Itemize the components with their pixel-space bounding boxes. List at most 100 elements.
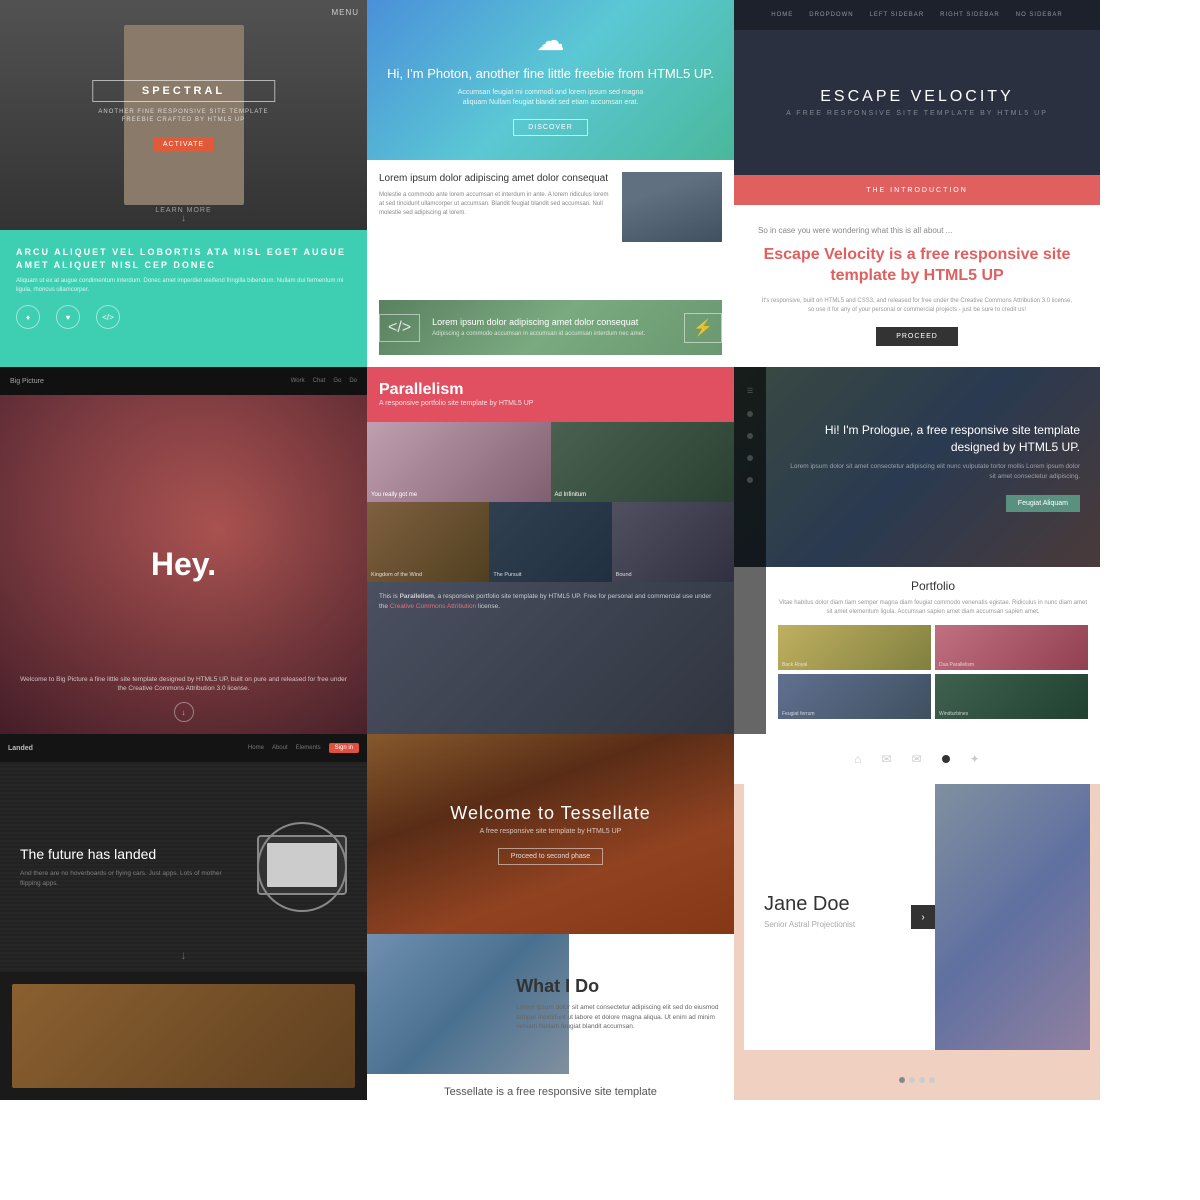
para-bottom-3-label: Bound bbox=[616, 572, 632, 578]
photon-headline: Hi, I'm Photon, another fine little free… bbox=[387, 65, 714, 83]
astral-photo bbox=[935, 784, 1090, 1050]
spectral-subtitle: ANOTHER FINE RESPONSIVE SITE TEMPLATE FR… bbox=[92, 108, 276, 125]
spectral-icon-1: ♦ bbox=[16, 305, 40, 329]
para-bottom-image-3: Bound bbox=[612, 502, 734, 582]
landed-laptop-graphic bbox=[257, 835, 347, 900]
ev-nav-home[interactable]: HOME bbox=[771, 12, 793, 18]
astral-star-icon[interactable]: ✦ bbox=[970, 752, 980, 766]
cell-landed: Landed Home About Elements Sign in The f… bbox=[0, 734, 367, 1100]
landed-books-section bbox=[0, 972, 367, 1100]
ev-nav-left[interactable]: LEFT SIDEBAR bbox=[870, 12, 925, 18]
bp-scroll-button[interactable]: ↓ bbox=[174, 702, 194, 722]
astral-active-dot bbox=[942, 755, 950, 763]
pro-grid-3[interactable]: Feugiat ferrum bbox=[778, 674, 931, 719]
bp-nav-do[interactable]: Do bbox=[349, 378, 357, 384]
discover-button[interactable]: DISCOVER bbox=[513, 119, 588, 136]
landed-nav-about[interactable]: About bbox=[272, 745, 288, 751]
astral-pagination bbox=[734, 1060, 1100, 1100]
sidebar-menu-icon: ☰ bbox=[747, 387, 753, 395]
astral-home-icon[interactable]: ⌂ bbox=[854, 752, 861, 766]
proceed-button[interactable]: PROCEED bbox=[876, 327, 958, 346]
photon-thumbnail bbox=[622, 172, 722, 242]
what-i-do-title: What I Do bbox=[516, 976, 722, 997]
bp-logo: Big Picture bbox=[10, 378, 44, 385]
tess-bottom-title: Tessellate is a free responsive site tem… bbox=[379, 1086, 722, 1098]
pro-cta-button[interactable]: Feugiat Aliquam bbox=[1006, 495, 1080, 512]
para-bottom-image-1: Kingdom of the Wind bbox=[367, 502, 489, 582]
pro-hi-text: Hi! I'm Prologue, a free responsive site… bbox=[784, 422, 1080, 456]
ev-nav-none[interactable]: NO SIDEBAR bbox=[1016, 12, 1063, 18]
pro-portfolio-section: Portfolio Vitae habitus dolor diam tiam … bbox=[734, 567, 1100, 734]
pro-grid-label-2: Dua Parallelism bbox=[939, 662, 974, 668]
landed-nav-home[interactable]: Home bbox=[248, 745, 264, 751]
ev-small-text: It's responsive, built on HTML5 and CSS3… bbox=[758, 297, 1076, 315]
para-img-2-label: Ad Infinitum bbox=[555, 492, 587, 498]
astral-role: Senior Astral Projectionist bbox=[764, 920, 915, 929]
para-img-1-label: You really got me bbox=[371, 492, 417, 498]
ev-so-in-case: So in case you were wondering what this … bbox=[758, 226, 1076, 235]
bp-nav-go[interactable]: Go bbox=[333, 378, 341, 384]
ev-subtitle: A FREE RESPONSIVE SITE TEMPLATE BY HTML5… bbox=[786, 110, 1048, 117]
bp-nav-work[interactable]: Work bbox=[291, 378, 305, 384]
bp-description: Welcome to Big Picture a fine little sit… bbox=[20, 675, 347, 695]
ev-nav-dropdown[interactable]: DROPDOWN bbox=[809, 12, 853, 18]
ev-main-text: Escape Velocity is a free responsive sit… bbox=[758, 245, 1076, 287]
tess-cta-button[interactable]: Proceed to second phase bbox=[498, 848, 603, 865]
astral-dot-2[interactable] bbox=[909, 1077, 915, 1083]
tess-subtitle: A free responsive site template by HTML5… bbox=[450, 828, 650, 835]
astral-dot-4[interactable] bbox=[929, 1077, 935, 1083]
cloud-icon: ☁ bbox=[537, 24, 565, 57]
tess-title: Welcome to Tessellate bbox=[450, 803, 650, 824]
astral-dot-1[interactable] bbox=[899, 1077, 905, 1083]
ev-content-area: So in case you were wondering what this … bbox=[734, 205, 1100, 367]
bp-hey: Hey. bbox=[151, 546, 216, 583]
cell-tessellate: Welcome to Tessellate A free responsive … bbox=[367, 734, 734, 1100]
para-desc-text: This is Parallelism, a responsive portfo… bbox=[379, 592, 722, 612]
landed-logo: Landed bbox=[8, 745, 33, 752]
pro-sidebar: ☰ bbox=[734, 367, 766, 734]
photon-content-title: Lorem ipsum dolor adipiscing amet dolor … bbox=[379, 172, 612, 185]
photon-content-body: Molestie a commodo ante lorem accumsan e… bbox=[379, 191, 612, 218]
landed-signin-button[interactable]: Sign in bbox=[329, 743, 359, 753]
ev-intro-bar: THE INTRODUCTION bbox=[734, 175, 1100, 205]
what-i-do-text: Lorem ipsum dolor sit amet consectetur a… bbox=[516, 1003, 722, 1032]
cell-astral: ⌂ ✉ ✉ ✦ Jane Doe Senior Astral Projectio… bbox=[734, 734, 1100, 1100]
cell-big-picture: Big Picture Work Chat Go Do Hey. Welcome… bbox=[0, 367, 367, 734]
sidebar-dot-1 bbox=[747, 411, 753, 417]
banner-sub: Adipiscing a commodo accumsan in accumsa… bbox=[432, 330, 672, 338]
pro-portfolio-title: Portfolio bbox=[778, 579, 1088, 593]
scroll-arrow: ↓ bbox=[181, 213, 186, 224]
para-bottom-1-label: Kingdom of the Wind bbox=[371, 572, 422, 578]
bp-nav-chat[interactable]: Chat bbox=[313, 378, 326, 384]
spectral-bottom-title: ARCU ALIQUET VEL LOBORTIS ATA NISL EGET … bbox=[16, 246, 351, 271]
astral-next-button[interactable]: › bbox=[911, 905, 935, 929]
astral-dot-3[interactable] bbox=[919, 1077, 925, 1083]
para-top-grid: You really got me Ad Infinitum bbox=[367, 422, 734, 502]
pro-grid-label-4: Windturbines bbox=[939, 711, 968, 717]
pro-body-text: Lorem ipsum dolor sit amet consectetur a… bbox=[784, 462, 1080, 482]
spectral-title: SPECTRAL bbox=[92, 80, 276, 102]
sidebar-dot-2 bbox=[747, 433, 753, 439]
activate-button[interactable]: ACTIVATE bbox=[153, 137, 214, 152]
pro-grid-2[interactable]: Dua Parallelism bbox=[935, 625, 1088, 670]
ev-title: ESCAPE VELOCITY bbox=[820, 88, 1014, 106]
astral-mail-icon-2[interactable]: ✉ bbox=[912, 752, 922, 766]
pro-grid-label-3: Feugiat ferrum bbox=[782, 711, 815, 717]
sidebar-dot-4 bbox=[747, 477, 753, 483]
pro-hero: Hi! I'm Prologue, a free responsive site… bbox=[734, 367, 1100, 567]
bp-navbar: Big Picture Work Chat Go Do bbox=[0, 367, 367, 395]
para-cc-link[interactable]: Creative Commons Attribution bbox=[390, 603, 476, 610]
pro-grid-1[interactable]: Back Royal bbox=[778, 625, 931, 670]
astral-card: Jane Doe Senior Astral Projectionist › bbox=[744, 784, 1090, 1050]
landed-nav-elements[interactable]: Elements bbox=[296, 745, 321, 751]
para-description-bar: This is Parallelism, a responsive portfo… bbox=[367, 582, 734, 734]
para-subtitle: A responsive portfolio site template by … bbox=[379, 399, 533, 409]
pro-grid-4[interactable]: Windturbines bbox=[935, 674, 1088, 719]
ev-nav-right[interactable]: RIGHT SIDEBAR bbox=[940, 12, 1000, 18]
tess-hero: Welcome to Tessellate A free responsive … bbox=[367, 734, 734, 934]
cell-parallelism: Parallelism A responsive portfolio site … bbox=[367, 367, 734, 734]
what-i-do-section: What I Do Lorem ipsum dolor sit amet con… bbox=[367, 934, 734, 1074]
para-bottom-2-label: The Pursuit bbox=[493, 572, 521, 578]
astral-mail-icon-1[interactable]: ✉ bbox=[882, 752, 892, 766]
para-title: Parallelism bbox=[379, 381, 521, 399]
